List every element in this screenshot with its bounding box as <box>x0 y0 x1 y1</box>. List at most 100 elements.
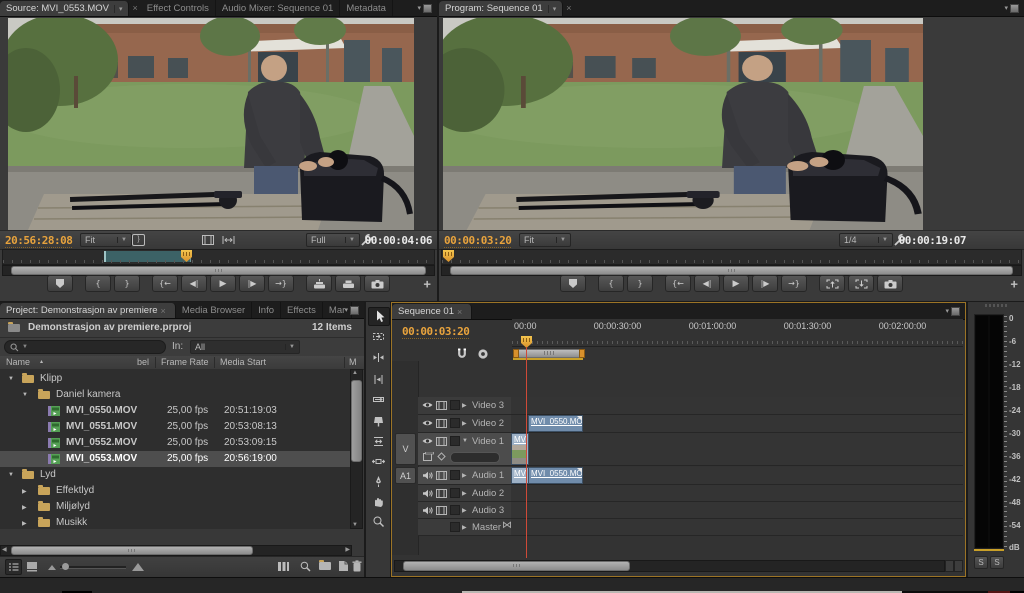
col-name[interactable]: Name <box>6 357 30 367</box>
encore-chapter-marker-icon[interactable] <box>477 348 489 360</box>
track-lock-toggle[interactable] <box>450 522 460 532</box>
tab-project[interactable]: Project: Demonstrasjon av premiere× <box>0 303 176 318</box>
collapse-arrow-icon[interactable]: ▶ <box>462 490 467 497</box>
button-editor-plus[interactable]: + <box>1010 276 1018 291</box>
tab-program[interactable]: Program: Sequence 01▾ <box>439 1 563 16</box>
audio1-track-header[interactable]: ▶ Audio 1 <box>418 467 511 485</box>
speaker-icon[interactable] <box>422 506 433 515</box>
video1-track-header[interactable]: ▼ Video 1 <box>418 433 511 466</box>
track-lock-toggle[interactable] <box>450 400 460 410</box>
find-button[interactable] <box>300 561 311 572</box>
tab-metadata[interactable]: Metadata <box>340 0 393 16</box>
tab-info[interactable]: Info <box>252 302 281 318</box>
program-video-viewer[interactable] <box>443 18 923 230</box>
scroll-right-icon[interactable]: ▶ <box>345 546 350 553</box>
speaker-icon[interactable] <box>422 489 433 498</box>
source-video-viewer[interactable] <box>8 18 414 230</box>
zoom-tool[interactable] <box>371 514 385 528</box>
col-m[interactable]: M <box>349 357 357 367</box>
video3-track-header[interactable]: ▶ Video 3 <box>418 397 511 415</box>
list-item-mvi0553-selected[interactable]: MVI_0553.MOV 25,00 fps 20:56:19:00 <box>0 451 352 467</box>
step-back-button[interactable]: ◀| <box>181 275 207 292</box>
zoom-slider[interactable] <box>60 566 126 569</box>
col-label[interactable]: bel <box>137 357 149 367</box>
mark-out-button[interactable]: } <box>627 275 653 292</box>
collapse-arrow-icon[interactable]: ▶ <box>462 472 467 479</box>
source-playhead-marker[interactable] <box>181 250 192 262</box>
goto-in-button[interactable]: {← <box>665 275 691 292</box>
collapse-arrow-icon[interactable]: ▼ <box>462 438 468 444</box>
source-quality-select[interactable]: Full▼ <box>306 233 360 247</box>
video3-track-lane[interactable] <box>511 397 963 415</box>
program-quality-select[interactable]: 1/4▼ <box>839 233 893 247</box>
program-position-timecode[interactable]: 00:00:03:20 <box>444 234 511 248</box>
track-lock-toggle[interactable] <box>450 418 460 428</box>
project-vscroll-thumb[interactable] <box>351 380 362 462</box>
panel-menu-icon[interactable]: ▾ <box>341 304 362 316</box>
timeline-playhead-line[interactable] <box>526 347 527 558</box>
audio3-track-header[interactable]: ▶ Audio 3 <box>418 502 511 519</box>
sync-lock-icon[interactable] <box>436 489 447 498</box>
tab-media-browser[interactable]: Media Browser <box>176 302 252 318</box>
track-lock-toggle[interactable] <box>450 505 460 515</box>
toggle-track-output-icon[interactable] <box>422 437 433 445</box>
audio2-track-header[interactable]: ▶ Audio 2 <box>418 485 511 502</box>
selection-tool[interactable] <box>368 307 390 326</box>
goto-out-button[interactable]: →} <box>268 275 294 292</box>
mark-in-button[interactable]: { <box>598 275 624 292</box>
timeline-ruler[interactable]: 00:00 00:00:30:00 00:01:00:00 00:01:30:0… <box>512 319 963 347</box>
speaker-icon[interactable] <box>422 471 433 480</box>
master-track-header[interactable]: ▶ Master ⋈ <box>418 519 511 536</box>
collapse-arrow-icon[interactable]: ▶ <box>462 524 467 531</box>
track-select-tool[interactable] <box>371 329 385 343</box>
mark-out-button[interactable]: } <box>114 275 140 292</box>
close-icon[interactable]: × <box>129 0 140 16</box>
step-back-button[interactable]: ◀| <box>694 275 720 292</box>
close-icon[interactable]: × <box>454 307 465 317</box>
list-item-mvi0552[interactable]: MVI_0552.MOV 25,00 fps 20:53:09:15 <box>0 435 352 451</box>
col-frame-rate[interactable]: Frame Rate <box>161 357 209 367</box>
source-position-timecode[interactable]: 20:56:28:08 <box>5 234 72 248</box>
source-zoom-select[interactable]: Fit▼ <box>80 233 132 247</box>
timeline-zoom-out-button[interactable] <box>945 560 954 572</box>
scroll-left-icon[interactable]: ◀ <box>2 546 7 553</box>
safe-margins-icon[interactable]: } <box>132 234 145 246</box>
panel-menu-icon[interactable]: ▾ <box>1001 2 1022 14</box>
video1-track-lane[interactable]: MV <box>511 433 963 466</box>
sync-lock-icon[interactable] <box>436 437 447 446</box>
video2-track-lane[interactable]: MVI_0550.MO <box>511 415 963 433</box>
close-icon[interactable]: × <box>563 0 574 16</box>
sync-lock-icon[interactable] <box>436 471 447 480</box>
panel-grip[interactable] <box>985 304 1007 307</box>
rolling-edit-tool[interactable] <box>371 372 385 386</box>
col-media-start[interactable]: Media Start <box>220 357 266 367</box>
list-item-mvi0551[interactable]: MVI_0551.MOV 25,00 fps 20:53:08:13 <box>0 419 352 435</box>
tab-effects[interactable]: Effects <box>281 302 323 318</box>
tab-effect-controls[interactable]: Effect Controls <box>141 0 216 16</box>
output-icon[interactable] <box>202 235 214 245</box>
list-item-klipp[interactable]: ▼ Klipp <box>0 371 352 387</box>
set-display-style-icon[interactable] <box>423 452 434 461</box>
track-lock-toggle[interactable] <box>450 436 460 446</box>
collapse-arrow-icon[interactable]: ▶ <box>462 507 467 514</box>
list-item-daniel-kamera[interactable]: ▼ Daniel kamera <box>0 387 352 403</box>
sync-lock-icon[interactable] <box>436 506 447 515</box>
new-item-button[interactable] <box>338 560 349 572</box>
play-button[interactable]: ▶ <box>210 275 236 292</box>
add-marker-button[interactable] <box>560 275 586 292</box>
play-button[interactable]: ▶ <box>723 275 749 292</box>
program-playhead-marker[interactable] <box>443 250 454 262</box>
list-item-effektlyd[interactable]: ▶ Effektlyd <box>0 483 352 499</box>
video2-track-header[interactable]: ▶ Video 2 <box>418 415 511 433</box>
goto-in-button[interactable]: {← <box>152 275 178 292</box>
keyframe-nav-control[interactable] <box>450 452 500 463</box>
keyframe-icon[interactable] <box>437 452 446 461</box>
project-hscroll-thumb[interactable] <box>11 546 253 555</box>
track-lock-toggle[interactable] <box>450 488 460 498</box>
panel-menu-icon[interactable]: ▾ <box>414 2 435 14</box>
solo-right-button[interactable]: S <box>990 556 1004 569</box>
export-frame-button[interactable] <box>877 275 903 292</box>
tab-source[interactable]: Source: MVI_0553.MOV▾ <box>0 1 129 16</box>
list-item-miljolyd[interactable]: ▶ Miljølyd <box>0 499 352 515</box>
master-track-lane[interactable] <box>511 519 963 536</box>
